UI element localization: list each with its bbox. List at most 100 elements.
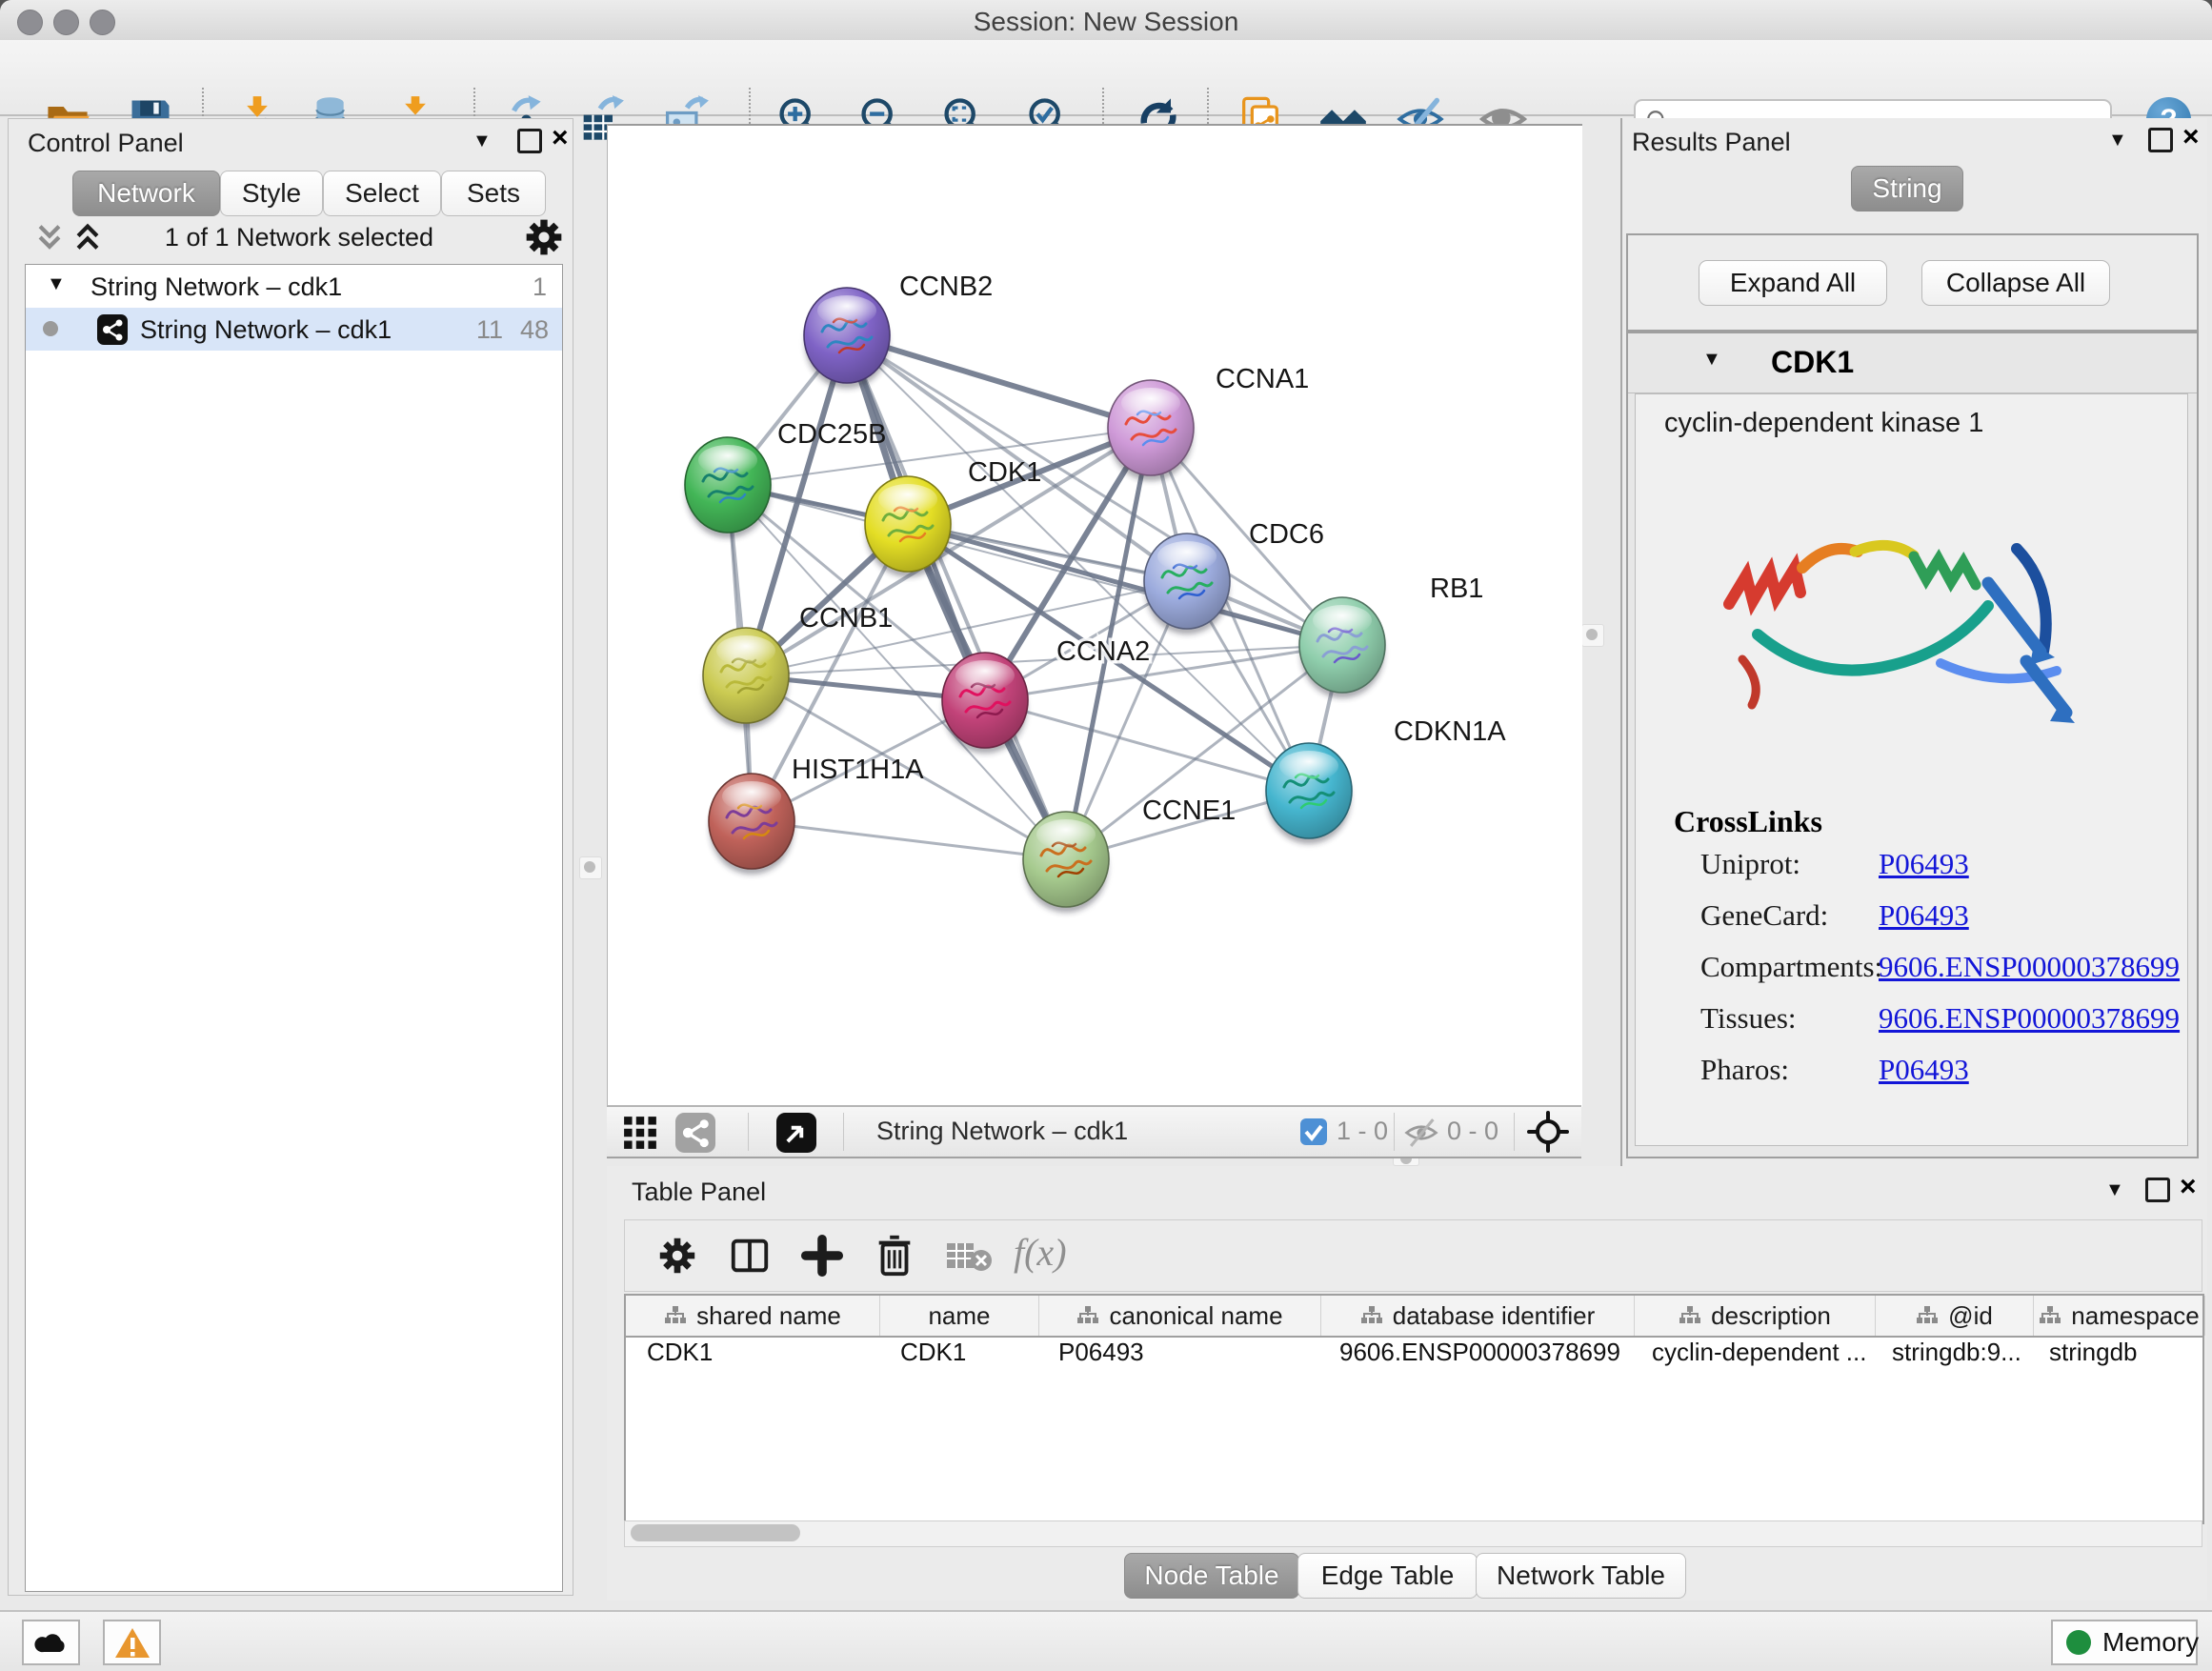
crosslink-value-link[interactable]: P06493 bbox=[1879, 898, 1969, 933]
crosslink-value-link[interactable]: 9606.ENSP00000378699 bbox=[1879, 1001, 2180, 1036]
crosslink-value-link[interactable]: P06493 bbox=[1879, 847, 1969, 881]
column-header-@id[interactable]: @id bbox=[1876, 1296, 2034, 1336]
table-panel-maximize-icon[interactable] bbox=[2145, 1178, 2170, 1202]
tab-network-table[interactable]: Network Table bbox=[1476, 1553, 1686, 1599]
expand-all-icon[interactable] bbox=[71, 222, 104, 252]
crosslink-row: Pharos: P06493 bbox=[1674, 1053, 1822, 1104]
collapse-all-icon[interactable] bbox=[33, 222, 66, 252]
graph-node-CDC25B[interactable]: CDC25B bbox=[685, 419, 886, 538]
tree-expander-icon[interactable]: ▼ bbox=[47, 273, 66, 295]
selected-checkbox-icon[interactable] bbox=[1300, 1118, 1327, 1145]
table-cell[interactable]: 9606.ENSP00000378699 bbox=[1318, 1338, 1631, 1376]
network-row[interactable]: String Network – cdk1 11 48 bbox=[26, 308, 562, 351]
control-panel-float-icon[interactable]: ▼ bbox=[473, 131, 492, 152]
results-panel-maximize-icon[interactable] bbox=[2148, 128, 2173, 152]
table-panel-float-icon[interactable]: ▼ bbox=[2105, 1179, 2124, 1201]
graph-node-CCNE1[interactable]: CCNE1 bbox=[1023, 795, 1236, 913]
memory-button[interactable]: Memory bbox=[2051, 1620, 2198, 1665]
tab-edge-table[interactable]: Edge Table bbox=[1297, 1553, 1478, 1599]
warnings-button[interactable] bbox=[103, 1620, 161, 1665]
network-collection-label: String Network – cdk1 bbox=[90, 272, 342, 302]
graph-node-CDKN1A[interactable]: CDKN1A bbox=[1266, 716, 1506, 844]
table-cell[interactable]: cyclin-dependent ... bbox=[1631, 1338, 1871, 1376]
graph-node-HIST1H1A[interactable]: HIST1H1A bbox=[709, 755, 924, 875]
delete-table-icon[interactable] bbox=[945, 1239, 993, 1274]
table-row[interactable]: CDK1CDK1P064939606.ENSP00000378699cyclin… bbox=[626, 1338, 2202, 1376]
graph-node-RB1[interactable]: RB1 bbox=[1299, 574, 1483, 698]
table-cell[interactable]: P06493 bbox=[1037, 1338, 1318, 1376]
column-header-database-identifier[interactable]: database identifier bbox=[1321, 1296, 1635, 1336]
left-splitter-handle[interactable] bbox=[579, 856, 602, 879]
application-window: Session: New Session bbox=[0, 0, 2212, 1671]
gene-description: cyclin-dependent kinase 1 bbox=[1664, 408, 1983, 439]
control-panel-title: Control Panel bbox=[28, 129, 184, 158]
selected-node-edge-counts: 1 - 0 bbox=[1337, 1117, 1388, 1146]
tab-node-table[interactable]: Node Table bbox=[1124, 1553, 1299, 1599]
control-panel-maximize-icon[interactable] bbox=[517, 129, 542, 153]
cloud-button[interactable] bbox=[22, 1620, 80, 1665]
add-column-icon[interactable] bbox=[800, 1234, 844, 1278]
node-label-CDC25B: CDC25B bbox=[777, 419, 886, 450]
right-splitter-handle[interactable] bbox=[1581, 624, 1604, 647]
table-panel: Table Panel ▼ × f(x) shared name name cano… bbox=[607, 1166, 2205, 1601]
crosslink-value-link[interactable]: P06493 bbox=[1879, 1053, 1969, 1087]
column-header-label: namespace bbox=[2071, 1301, 2199, 1331]
crosslink-row: GeneCard: P06493 bbox=[1674, 898, 1822, 950]
network-collection-row[interactable]: ▼ String Network – cdk1 1 bbox=[26, 265, 562, 308]
tab-string[interactable]: String bbox=[1851, 166, 1963, 211]
control-panel-close-icon[interactable]: × bbox=[552, 127, 569, 150]
gene-section-header[interactable]: ▼ CDK1 bbox=[1628, 333, 2197, 393]
graph-node-CCNB1[interactable]: CCNB1 bbox=[703, 603, 893, 729]
tab-sets[interactable]: Sets bbox=[441, 171, 546, 216]
network-tree: ▼ String Network – cdk1 1 String Network… bbox=[25, 264, 563, 1592]
column-header-namespace[interactable]: namespace bbox=[2034, 1296, 2205, 1336]
graph-node-CCNA1[interactable]: CCNA1 bbox=[1108, 364, 1309, 481]
delete-column-icon[interactable] bbox=[873, 1232, 916, 1278]
results-panel-close-icon[interactable]: × bbox=[2182, 126, 2200, 149]
table-cell[interactable]: stringdb bbox=[2028, 1338, 2199, 1376]
grid-view-icon[interactable] bbox=[622, 1115, 658, 1151]
table-panel-close-icon[interactable]: × bbox=[2180, 1176, 2197, 1198]
crosslink-value-link[interactable]: 9606.ENSP00000378699 bbox=[1879, 950, 2180, 984]
show-columns-icon[interactable] bbox=[728, 1234, 772, 1278]
table-panel-title: Table Panel bbox=[632, 1178, 766, 1207]
hidden-eye-slash-icon[interactable] bbox=[1403, 1117, 1439, 1149]
column-header-shared-name[interactable]: shared name bbox=[626, 1296, 880, 1336]
tab-select[interactable]: Select bbox=[323, 171, 441, 216]
tab-network[interactable]: Network bbox=[72, 171, 220, 216]
results-panel-float-icon[interactable]: ▼ bbox=[2108, 130, 2127, 151]
node-label-CCNE1: CCNE1 bbox=[1142, 795, 1236, 826]
fit-selected-crosshair-icon[interactable] bbox=[1527, 1111, 1569, 1153]
column-header-name[interactable]: name bbox=[880, 1296, 1039, 1336]
network-options-gear-icon[interactable] bbox=[523, 216, 565, 258]
column-header-canonical-name[interactable]: canonical name bbox=[1039, 1296, 1321, 1336]
network-canvas[interactable]: CCNB2CCNA1CDC25BCDK1CDC6RB1CCNB1CCNA2CDK… bbox=[607, 124, 1582, 1107]
window-status-bar: Memory bbox=[0, 1610, 2212, 1671]
table-cell[interactable]: CDK1 bbox=[879, 1338, 1037, 1376]
string-network-graph[interactable]: CCNB2CCNA1CDC25BCDK1CDC6RB1CCNB1CCNA2CDK… bbox=[608, 126, 1582, 1107]
memory-label: Memory bbox=[2102, 1627, 2199, 1658]
column-header-description[interactable]: description bbox=[1635, 1296, 1876, 1336]
node-label-CDC6: CDC6 bbox=[1249, 519, 1324, 550]
birds-eye-view-icon[interactable] bbox=[776, 1113, 816, 1153]
protein-structure-image bbox=[1702, 461, 2131, 795]
table-horizontal-scrollbar[interactable] bbox=[624, 1520, 2202, 1547]
crosslinks-section: CrossLinks Uniprot: P06493GeneCard: P064… bbox=[1674, 804, 1822, 1104]
node-table[interactable]: shared name name canonical namedatabase id… bbox=[624, 1294, 2204, 1524]
section-expander-icon[interactable]: ▼ bbox=[1702, 349, 1721, 371]
table-cell[interactable]: CDK1 bbox=[626, 1338, 879, 1376]
table-cell[interactable]: stringdb:9... bbox=[1871, 1338, 2028, 1376]
function-builder-icon[interactable]: f(x) bbox=[1014, 1230, 1067, 1275]
node-count: 11 bbox=[476, 315, 503, 345]
expand-all-button[interactable]: Expand All bbox=[1699, 260, 1887, 306]
column-network-icon bbox=[664, 1305, 687, 1326]
tab-style[interactable]: Style bbox=[220, 171, 323, 216]
table-options-gear-icon[interactable] bbox=[655, 1234, 699, 1278]
current-network-name: String Network – cdk1 bbox=[876, 1117, 1128, 1146]
collapse-all-button[interactable]: Collapse All bbox=[1921, 260, 2110, 306]
network-view-share-icon[interactable] bbox=[675, 1113, 715, 1153]
results-panel-title: Results Panel bbox=[1632, 128, 1791, 157]
scrollbar-thumb[interactable] bbox=[631, 1524, 800, 1541]
column-header-label: name bbox=[928, 1301, 990, 1331]
node-label-HIST1H1A: HIST1H1A bbox=[792, 755, 924, 785]
